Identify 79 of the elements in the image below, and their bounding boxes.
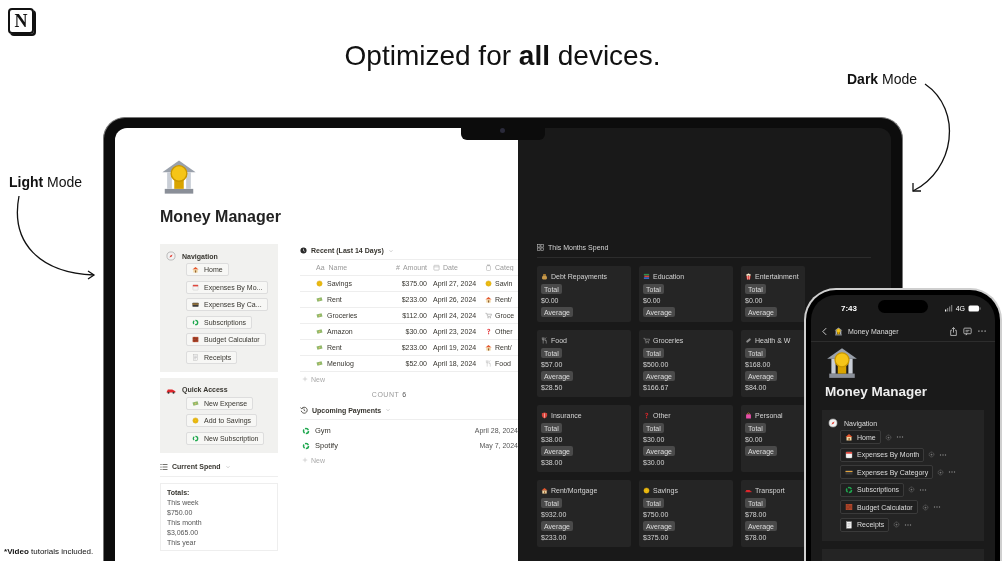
pill-icon <box>745 337 752 344</box>
popcorn-icon <box>745 273 752 280</box>
grid-icon <box>537 244 544 251</box>
recycle-icon <box>192 318 199 326</box>
money-icon <box>192 399 199 407</box>
gear-icon <box>921 503 929 511</box>
back-icon <box>820 326 829 336</box>
coin-icon <box>485 280 492 287</box>
chevron-icon <box>387 247 394 254</box>
mode-label: Light Mode <box>9 174 83 190</box>
question-icon <box>485 328 492 335</box>
money-icon <box>316 344 323 351</box>
chevron-icon <box>224 463 231 470</box>
receipt-icon <box>845 520 853 529</box>
plus-icon <box>302 376 308 382</box>
footnote: *Video tutorials included. <box>4 547 94 556</box>
gear-icon <box>908 486 916 493</box>
more-icon <box>948 468 957 476</box>
page-title: Money Manager <box>160 208 282 226</box>
chevron-icon <box>385 407 392 413</box>
money-bag-icon <box>541 273 548 280</box>
books-icon <box>643 273 650 280</box>
compass-icon <box>828 418 838 428</box>
status-time: 7:43 <box>841 303 857 313</box>
cart-icon <box>643 337 650 344</box>
calendar-icon <box>433 264 440 271</box>
plus-icon <box>302 457 308 463</box>
utensils-icon <box>485 360 492 367</box>
money-icon <box>316 360 323 367</box>
shield-icon <box>541 412 548 419</box>
camera-icon <box>500 128 505 133</box>
share-icon <box>949 326 958 336</box>
gear-icon <box>937 468 945 476</box>
bank-icon <box>160 158 198 196</box>
gear-icon <box>893 521 901 528</box>
card-icon <box>845 468 853 476</box>
brick-icon <box>192 336 199 343</box>
clock-icon <box>300 247 307 254</box>
coin-icon <box>643 487 650 494</box>
recycle-icon <box>192 434 199 442</box>
money-icon <box>316 328 323 335</box>
mode-label: Dark Mode <box>847 71 918 87</box>
house-icon <box>541 487 548 494</box>
gear-icon <box>928 451 936 458</box>
page-title: Money Manager <box>825 384 929 399</box>
cart-icon <box>485 312 492 319</box>
compass-icon <box>166 251 176 261</box>
house-icon <box>192 266 199 273</box>
signal-icon <box>943 304 953 312</box>
notion-logo: N <box>8 8 34 34</box>
money-icon <box>316 296 323 303</box>
card-icon <box>192 301 199 308</box>
money-icon <box>316 312 323 319</box>
car-icon <box>745 487 752 494</box>
house-icon <box>485 296 492 303</box>
coin-icon <box>316 280 323 287</box>
more-icon <box>932 503 941 511</box>
bag-icon <box>745 412 752 419</box>
coin-icon <box>192 417 199 424</box>
house-icon <box>845 433 853 441</box>
headline: Optimized for all devices. <box>343 40 662 72</box>
receipt-icon <box>192 353 199 361</box>
dynamic-island <box>878 300 928 313</box>
bank-icon <box>834 326 843 336</box>
house-icon <box>485 344 492 351</box>
more-icon <box>895 433 904 441</box>
jar-icon <box>485 264 492 271</box>
list-icon <box>160 462 168 471</box>
bank-icon <box>825 346 859 380</box>
utensils-icon <box>541 337 548 344</box>
recycle-icon <box>845 485 853 494</box>
brick-icon <box>845 503 853 511</box>
battery-icon <box>968 304 981 312</box>
comment-icon <box>963 326 972 336</box>
calendar-icon <box>192 283 199 291</box>
question-icon <box>643 412 650 419</box>
history-icon <box>300 406 308 414</box>
gear-icon <box>884 433 892 441</box>
calendar-icon <box>845 450 853 459</box>
